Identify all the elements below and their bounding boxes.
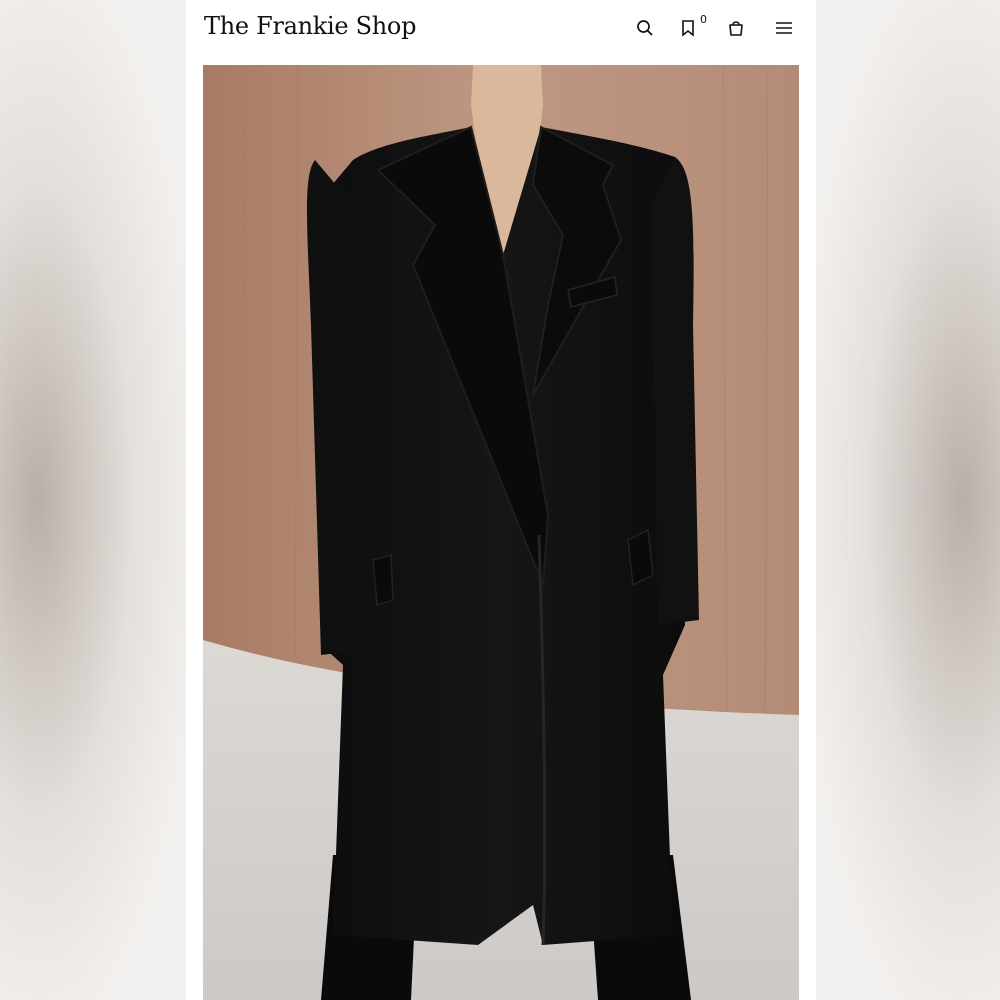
site-header: The Frankie Shop 0 — [186, 0, 816, 60]
right-backdrop — [814, 0, 1000, 1000]
mobile-page: The Frankie Shop 0 — [186, 0, 816, 1000]
bag-icon[interactable] — [724, 16, 748, 40]
search-icon[interactable] — [633, 16, 657, 40]
brand-logo[interactable]: The Frankie Shop — [204, 12, 416, 40]
black-long-wool-coat-photo — [203, 65, 799, 1000]
left-backdrop — [0, 0, 186, 1000]
product-image[interactable] — [203, 65, 799, 1000]
wishlist-count-badge: 0 — [700, 13, 707, 26]
bookmark-icon[interactable] — [676, 16, 700, 40]
hamburger-menu-icon[interactable] — [772, 16, 796, 40]
